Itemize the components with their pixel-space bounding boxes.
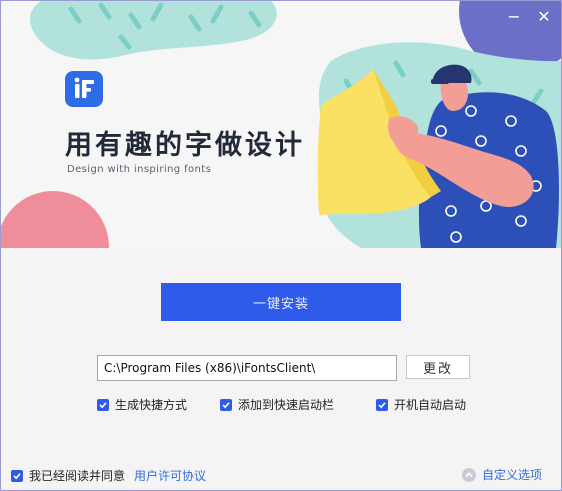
banner: 用有趣的字做设计 Design with inspiring fonts [1, 1, 561, 248]
close-button[interactable]: ✕ [531, 5, 557, 27]
minimize-button[interactable]: − [501, 5, 527, 27]
option-label: 开机自动启动 [394, 398, 467, 412]
custom-options-button[interactable]: 自定义选项 [462, 466, 542, 483]
change-path-button[interactable]: 更改 [406, 355, 470, 379]
minimize-icon: − [507, 6, 521, 26]
option-auto-start[interactable]: 开机自动启动 [376, 396, 466, 413]
checkbox-checked-icon[interactable] [11, 469, 23, 482]
option-label: 生成快捷方式 [115, 398, 188, 412]
option-create-shortcut[interactable]: 生成快捷方式 [97, 396, 187, 413]
checkbox-checked-icon[interactable] [97, 398, 109, 411]
checkbox-checked-icon[interactable] [220, 398, 232, 411]
option-label: 添加到快速启动栏 [238, 398, 335, 412]
agree-license-checkbox[interactable]: 我已经阅读并同意 [11, 467, 125, 484]
install-path-input[interactable] [97, 355, 397, 381]
chevron-up-icon [462, 467, 476, 482]
option-add-quick-launch[interactable]: 添加到快速启动栏 [220, 396, 334, 413]
ifonts-logo-icon [65, 71, 103, 107]
license-agreement-link[interactable]: 用户许可协议 [134, 467, 206, 484]
custom-options-label: 自定义选项 [482, 468, 543, 482]
banner-subtitle: Design with inspiring fonts [67, 164, 212, 175]
installer-window: 用有趣的字做设计 Design with inspiring fonts − ✕… [0, 0, 562, 491]
checkbox-checked-icon[interactable] [376, 398, 388, 411]
close-icon: ✕ [537, 6, 551, 26]
one-click-install-button[interactable]: 一键安装 [161, 283, 401, 321]
agree-text: 我已经阅读并同意 [29, 469, 126, 483]
banner-title: 用有趣的字做设计 [65, 130, 305, 161]
